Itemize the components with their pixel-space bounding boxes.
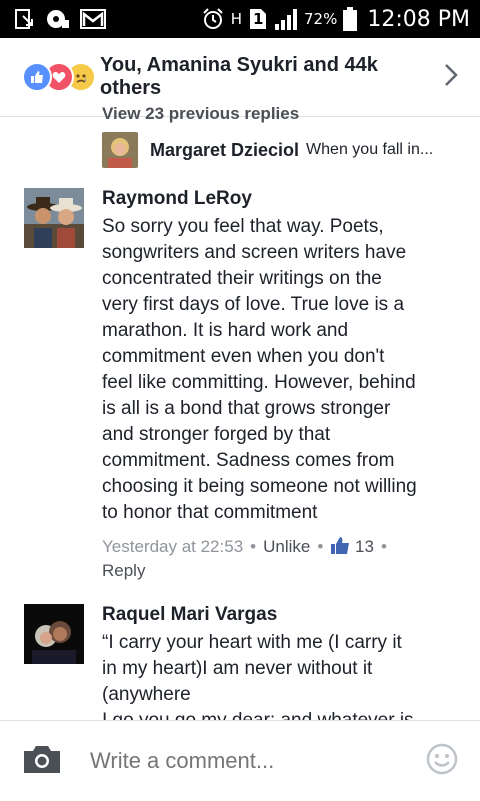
avatar[interactable] (24, 188, 84, 248)
comment-input[interactable] (90, 748, 426, 774)
reactions-summary-text: You, Amanina Syukri and 44k others (100, 54, 378, 99)
chevron-right-icon[interactable] (444, 63, 458, 92)
comment-author-name[interactable]: Raymond LeRoy (102, 188, 464, 210)
unlike-button[interactable]: Unlike (263, 537, 310, 556)
avatar (102, 132, 138, 168)
battery-percent: 72% (304, 10, 338, 28)
sim-icon: 1 (248, 7, 268, 31)
status-bar: H 1 72% 12:08 PM (0, 0, 480, 38)
network-type-label: H (230, 10, 242, 28)
like-count[interactable]: 13 (355, 537, 374, 556)
comment-text: “I carry your heart with me (I carry it … (102, 632, 414, 731)
comment-meta: Yesterday at 22:53 • Unlike • 13 • Reply (102, 536, 387, 580)
reply-button[interactable]: Reply (102, 561, 145, 580)
signal-icon (274, 8, 298, 30)
like-reaction-icon (22, 62, 52, 92)
clock: 12:08 PM (367, 6, 470, 32)
alarm-icon (201, 7, 225, 31)
comment-text: So sorry you feel that way. Poets, songw… (102, 216, 417, 523)
sim-number: 1 (253, 10, 264, 28)
emoji-icon[interactable] (426, 743, 458, 780)
battery-icon (343, 7, 358, 31)
comment-composer (0, 720, 480, 801)
sync-icon (44, 8, 70, 30)
view-previous-replies-link[interactable]: View 23 previous replies (102, 104, 299, 124)
reply-author-name[interactable]: Margaret Dzieciol (150, 140, 299, 161)
avatar[interactable] (24, 604, 84, 664)
gmail-icon (80, 9, 106, 29)
comment-timestamp[interactable]: Yesterday at 22:53 (102, 537, 243, 556)
reply-preview[interactable]: Margaret Dzieciol When you fall in... (102, 132, 433, 168)
comment-author-name[interactable]: Raquel Mari Vargas (102, 604, 464, 626)
like-thumb-icon[interactable] (330, 536, 350, 560)
download-icon (14, 8, 34, 30)
camera-icon[interactable] (22, 743, 62, 780)
reaction-summary (22, 62, 98, 92)
reply-preview-text: When you fall in... (306, 141, 434, 158)
